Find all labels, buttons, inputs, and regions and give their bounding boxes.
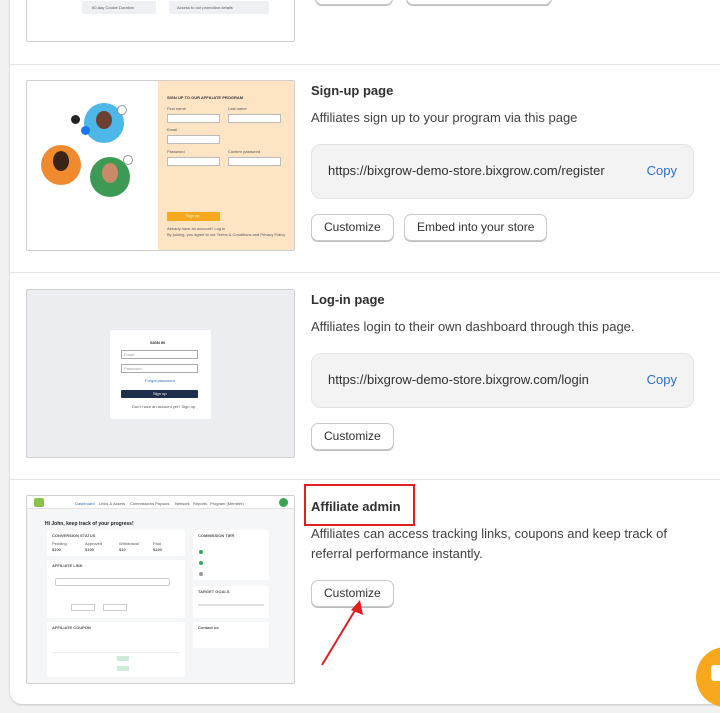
login-page-title: Log-in page [311,292,385,307]
affiliate-coupon-heading: AFFILIATE COUPON [52,625,91,630]
previous-customize-button[interactable] [315,0,393,5]
signup-page-title: Sign-up page [311,83,394,98]
annotation-arrow-icon [321,600,363,666]
login-customize-button[interactable]: Customize [311,423,394,450]
login-heading: SIGN IN [150,340,165,345]
signup-url-box: https://bixgrow-demo-store.bixgrow.com/r… [311,144,694,199]
contact-heading: Contact us [198,625,219,630]
login-page-description: Affiliates login to their own dashboard … [311,319,635,334]
stat-value: $100 [153,547,162,552]
signup-form-panel: SIGN UP TO OUR AFFILIATE PROGRAM First n… [158,81,294,250]
logo-icon [34,498,44,507]
avatar [279,498,288,507]
login-note: Already have an account? Log in [167,226,226,231]
affiliate-link-heading: AFFILIATE LINK [52,563,83,568]
confirm-password-label: Confirm password [228,149,261,154]
feature-item: 60-day Cookie Duration [92,5,135,10]
first-name-label: First name [167,106,186,111]
forgot-password-link: Forgot password [145,378,175,383]
nav-item: Program (Member) [210,501,244,506]
previous-embed-button[interactable] [406,0,552,5]
admin-nav-bar: Dashboard Links & Assets Commissions Pay… [27,496,294,509]
stat-value: $100 [85,547,94,552]
nav-item: Payouts [155,501,170,506]
nav-item: Network [175,501,190,506]
admin-greeting: Hi John, keep track of your progress! [45,521,134,527]
terms-note: By joining, you agree to our Terms & Con… [167,232,286,237]
signup-page-thumbnail: SIGN UP TO OUR AFFILIATE PROGRAM First n… [26,80,295,251]
chat-icon [711,665,720,681]
login-url-box: https://bixgrow-demo-store.bixgrow.com/l… [311,353,694,408]
stat-label: Paid [153,541,162,546]
affiliate-admin-description: Affiliates can access tracking links, co… [311,526,668,561]
email-label: Email [167,127,178,132]
embed-into-store-button[interactable]: Embed into your store [404,214,548,241]
login-email-placeholder: Email [124,352,135,357]
signup-copy-button[interactable]: Copy [647,163,677,178]
section-divider [10,64,720,65]
last-name-label: Last name [228,106,247,111]
stat-label: Approved [85,541,103,546]
login-page-thumbnail: SIGN IN Email Password Forgot password S… [26,289,295,458]
stat-value: $100 [52,547,61,552]
instagram-icon [117,105,127,115]
signup-submit-label: Sign up [186,213,200,218]
signup-page-description: Affiliates sign up to your program via t… [311,110,578,125]
signup-url: https://bixgrow-demo-store.bixgrow.com/r… [328,163,605,178]
nav-item: Links & Assets [99,501,126,506]
login-url: https://bixgrow-demo-store.bixgrow.com/l… [328,372,589,387]
stat-label: Withdrawal [119,541,139,546]
login-form-card: SIGN IN Email Password Forgot password S… [110,330,211,419]
stat-label: Pending [52,541,67,546]
nav-item: Dashboard [75,501,95,506]
nav-item: Commissions [130,501,155,506]
commission-tier-heading: COMMISSION TIER [198,533,235,538]
section-divider [10,479,720,480]
conversion-heading: CONVERSION STATUS [52,533,96,538]
mail-icon [123,155,133,165]
facebook-icon [81,126,90,135]
affiliate-admin-thumbnail: Dashboard Links & Assets Commissions Pay… [26,495,295,684]
feature-item: Access to our promotion details [177,5,233,10]
password-label: Password [167,149,185,154]
target-goals-heading: TARGET GOALS [198,589,230,594]
twitter-icon [71,115,80,124]
signup-heading: SIGN UP TO OUR AFFILIATE PROGRAM [167,95,244,100]
signup-customize-button[interactable]: Customize [311,214,394,241]
nav-item: Reports [193,501,208,506]
login-password-placeholder: Password [124,366,142,371]
login-copy-button[interactable]: Copy [647,372,677,387]
login-submit-label: Sign up [153,391,167,396]
annotation-highlight-box [304,484,415,526]
avatar [41,145,81,185]
previous-section-thumbnail: 60-day Cookie Duration Access to our pro… [26,0,295,42]
no-account-note: Don't have an account yet? Sign up [132,404,196,409]
section-divider [10,272,720,273]
stat-value: $10 [119,547,126,552]
